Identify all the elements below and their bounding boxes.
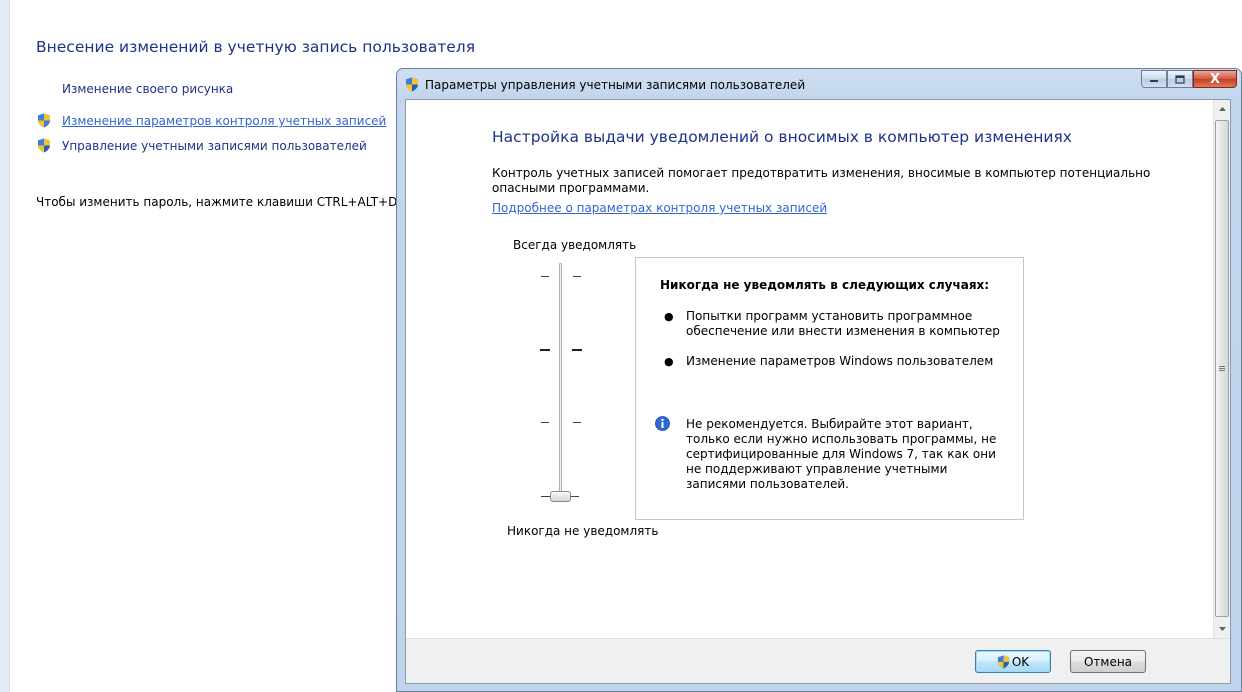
scroll-down-button[interactable] <box>1214 620 1230 637</box>
window-title: Параметры управления учетными записями п… <box>425 78 806 92</box>
cancel-button-label: Отмена <box>1083 654 1133 669</box>
dialog-client-area: Настройка выдачи уведомлений о вносимых … <box>405 99 1231 684</box>
bullet-icon: ● <box>664 310 674 323</box>
learn-more-link[interactable]: Подробнее о параметрах контроля учетных … <box>492 201 827 215</box>
scroll-up-button[interactable] <box>1214 100 1230 117</box>
change-uac-settings-link[interactable]: Изменение параметров контроля учетных за… <box>62 114 386 128</box>
close-button[interactable]: X <box>1193 70 1237 88</box>
dialog-content: Настройка выдачи уведомлений о вносимых … <box>406 100 1214 638</box>
bullet-icon: ● <box>664 355 674 368</box>
chevron-up-icon <box>1218 106 1226 111</box>
minimize-button[interactable] <box>1141 70 1167 88</box>
slider-tick <box>572 349 582 351</box>
slider-tick <box>541 276 549 277</box>
page-title: Внесение изменений в учетную запись поль… <box>36 38 476 56</box>
description-bullet: Попытки программ установить программное … <box>686 309 1000 338</box>
uac-shield-icon <box>38 138 50 153</box>
level-description-title: Никогда не уведомлять в следующих случая… <box>660 278 990 292</box>
scrollbar-thumb[interactable] <box>1215 120 1229 617</box>
maximize-button[interactable] <box>1167 70 1193 88</box>
slider-tick <box>573 422 581 423</box>
description-bullet: Изменение параметров Windows пользовател… <box>686 354 994 368</box>
cancel-button[interactable]: Отмена <box>1070 650 1146 673</box>
password-hint: Чтобы изменить пароль, нажмите клавиши C… <box>36 195 398 209</box>
uac-settings-window: Параметры управления учетными записями п… <box>396 68 1242 692</box>
ok-button[interactable]: OK <box>975 650 1051 673</box>
dialog-heading: Настройка выдачи уведомлений о вносимых … <box>492 128 1072 146</box>
vertical-scrollbar[interactable] <box>1213 100 1230 638</box>
caption-buttons: X <box>1141 70 1237 90</box>
grip-icon <box>1219 366 1225 371</box>
slider-bottom-label: Никогда не уведомлять <box>507 524 659 538</box>
change-picture-link[interactable]: Изменение своего рисунка <box>62 82 233 96</box>
chevron-down-icon <box>1218 626 1226 631</box>
slider-tick <box>541 422 549 423</box>
maximize-icon <box>1175 74 1185 84</box>
minimize-icon <box>1150 80 1158 82</box>
notify-level-slider-thumb[interactable] <box>550 491 571 502</box>
slider-tick <box>540 349 550 351</box>
left-nav-strip <box>0 0 10 692</box>
slider-tick <box>573 276 581 277</box>
close-icon: X <box>1209 71 1221 87</box>
level-description-box: Никогда не уведомлять в следующих случая… <box>635 257 1024 520</box>
info-icon <box>655 416 670 431</box>
notify-level-slider-track[interactable] <box>559 263 562 501</box>
dialog-button-bar: OK Отмена <box>406 638 1230 683</box>
title-bar[interactable]: Параметры управления учетными записями п… <box>397 69 1241 99</box>
uac-shield-icon <box>997 655 1009 668</box>
dialog-description: Контроль учетных записей помогает предот… <box>492 166 1151 195</box>
uac-shield-icon <box>406 77 418 92</box>
slider-tick <box>541 496 550 497</box>
manage-accounts-link[interactable]: Управление учетными записями пользовател… <box>62 139 367 153</box>
ok-button-label: OK <box>1011 654 1030 669</box>
slider-top-label: Всегда уведомлять <box>513 238 637 252</box>
slider-tick <box>571 496 579 497</box>
uac-shield-icon <box>38 113 50 128</box>
not-recommended-note: Не рекомендуется. Выбирайте этот вариант… <box>686 417 997 491</box>
